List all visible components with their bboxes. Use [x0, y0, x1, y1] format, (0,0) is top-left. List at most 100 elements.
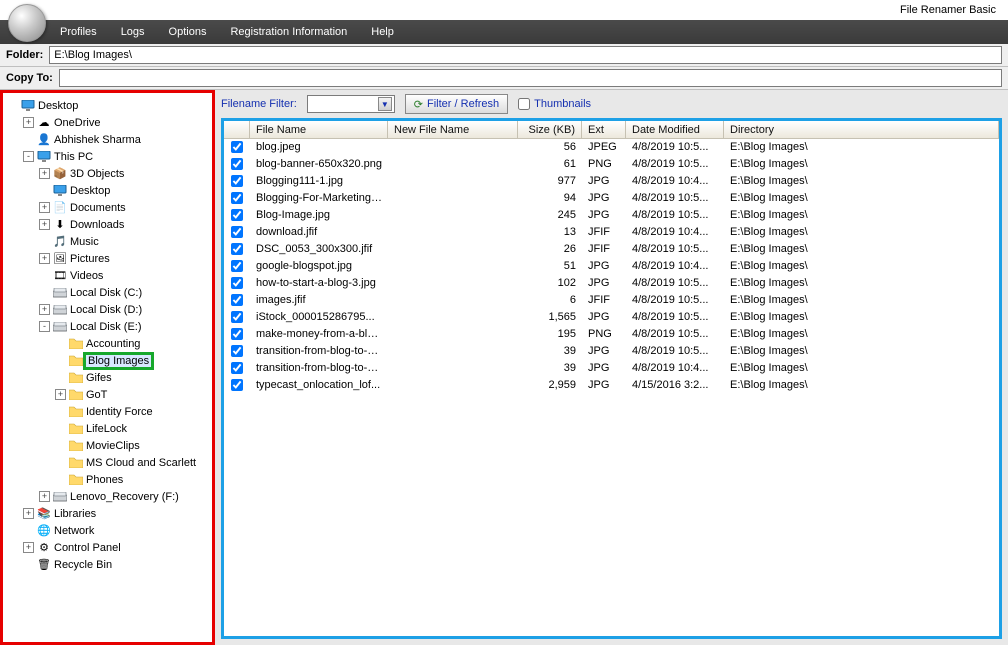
tree-item[interactable]: +GoT — [5, 386, 210, 403]
expand-icon[interactable]: + — [39, 491, 50, 502]
tree-item[interactable]: 🌐Network — [5, 522, 210, 539]
cell-date: 4/8/2019 10:5... — [626, 294, 724, 306]
tree-item[interactable]: +⬇Downloads — [5, 216, 210, 233]
tree-item[interactable]: Desktop — [5, 97, 210, 114]
row-checkbox[interactable] — [231, 379, 243, 391]
table-row[interactable]: blog.jpeg56JPEG4/8/2019 10:5...E:\Blog I… — [224, 139, 999, 156]
expand-icon[interactable]: + — [39, 304, 50, 315]
col-size[interactable]: Size (KB) — [518, 121, 582, 138]
menu-registration[interactable]: Registration Information — [230, 26, 347, 38]
table-row[interactable]: transition-from-blog-to-w...39JPG4/8/201… — [224, 343, 999, 360]
copyto-input[interactable] — [59, 69, 1002, 87]
tree-item[interactable]: 🗑Recycle Bin — [5, 556, 210, 573]
menu-logs[interactable]: Logs — [121, 26, 145, 38]
tree-item[interactable]: +☁OneDrive — [5, 114, 210, 131]
cell-date: 4/8/2019 10:5... — [626, 345, 724, 357]
col-dir[interactable]: Directory — [724, 121, 999, 138]
table-row[interactable]: typecast_onlocation_lof...2,959JPG4/15/2… — [224, 377, 999, 394]
table-row[interactable]: images.jfif6JFIF4/8/2019 10:5...E:\Blog … — [224, 292, 999, 309]
cell-size: 102 — [518, 277, 582, 289]
table-row[interactable]: download.jfif13JFIF4/8/2019 10:4...E:\Bl… — [224, 224, 999, 241]
tree-item[interactable]: +Lenovo_Recovery (F:) — [5, 488, 210, 505]
row-checkbox[interactable] — [231, 328, 243, 340]
folder-input[interactable] — [49, 46, 1002, 64]
col-check[interactable] — [224, 121, 250, 138]
row-checkbox[interactable] — [231, 345, 243, 357]
tree-item[interactable]: +📦3D Objects — [5, 165, 210, 182]
table-row[interactable]: iStock_000015286795...1,565JPG4/8/2019 1… — [224, 309, 999, 326]
row-checkbox[interactable] — [231, 243, 243, 255]
filter-combo[interactable]: ▼ — [307, 95, 395, 113]
col-filename[interactable]: File Name — [250, 121, 388, 138]
expand-icon[interactable]: + — [23, 508, 34, 519]
tree-item[interactable]: Phones — [5, 471, 210, 488]
menu-options[interactable]: Options — [169, 26, 207, 38]
tree-item[interactable]: Accounting — [5, 335, 210, 352]
tree-item[interactable]: 👤Abhishek Sharma — [5, 131, 210, 148]
tree-item[interactable]: Blog Images — [5, 352, 210, 369]
table-row[interactable]: Blog-Image.jpg245JPG4/8/2019 10:5...E:\B… — [224, 207, 999, 224]
row-checkbox[interactable] — [231, 226, 243, 238]
row-checkbox[interactable] — [231, 158, 243, 170]
col-ext[interactable]: Ext — [582, 121, 626, 138]
tree-item[interactable]: -Local Disk (E:) — [5, 318, 210, 335]
expand-icon[interactable]: + — [39, 253, 50, 264]
menu-profiles[interactable]: Profiles — [60, 26, 97, 38]
expand-icon[interactable]: + — [23, 117, 34, 128]
row-checkbox[interactable] — [231, 141, 243, 153]
folder-tree[interactable]: Desktop +☁OneDrive👤Abhishek Sharma-This P… — [0, 90, 215, 645]
tree-item[interactable]: +📚Libraries — [5, 505, 210, 522]
tree-item[interactable]: LifeLock — [5, 420, 210, 437]
cell-ext: JPG — [582, 311, 626, 323]
tree-item[interactable]: +🖼Pictures — [5, 250, 210, 267]
cell-dir: E:\Blog Images\ — [724, 328, 999, 340]
table-row[interactable]: how-to-start-a-blog-3.jpg102JPG4/8/2019 … — [224, 275, 999, 292]
row-checkbox[interactable] — [231, 260, 243, 272]
thumbnails-toggle[interactable]: Thumbnails — [518, 98, 591, 110]
tree-item[interactable]: +📄Documents — [5, 199, 210, 216]
tree-item[interactable]: MovieClips — [5, 437, 210, 454]
cell-filename: iStock_000015286795... — [250, 311, 388, 323]
tree-item-label: Control Panel — [54, 542, 121, 554]
row-checkbox[interactable] — [231, 362, 243, 374]
row-checkbox[interactable] — [231, 192, 243, 204]
table-row[interactable]: DSC_0053_300x300.jfif26JFIF4/8/2019 10:5… — [224, 241, 999, 258]
table-row[interactable]: google-blogspot.jpg51JPG4/8/2019 10:4...… — [224, 258, 999, 275]
tree-item[interactable]: Desktop — [5, 182, 210, 199]
tree-item[interactable]: Local Disk (C:) — [5, 284, 210, 301]
row-checkbox[interactable] — [231, 209, 243, 221]
expand-icon[interactable]: + — [23, 542, 34, 553]
expand-icon[interactable]: - — [39, 321, 50, 332]
tree-item[interactable]: Gifes — [5, 369, 210, 386]
row-checkbox[interactable] — [231, 294, 243, 306]
expand-icon — [7, 100, 18, 111]
col-newname[interactable]: New File Name — [388, 121, 518, 138]
thumbnails-checkbox[interactable] — [518, 98, 530, 110]
tree-item[interactable]: Identity Force — [5, 403, 210, 420]
table-row[interactable]: transition-from-blog-to-w...39JPG4/8/201… — [224, 360, 999, 377]
pc-icon — [36, 150, 52, 164]
tree-item-label: Desktop — [38, 100, 78, 112]
table-row[interactable]: blog-banner-650x320.png61PNG4/8/2019 10:… — [224, 156, 999, 173]
folder-row: Folder: — [0, 44, 1008, 66]
expand-icon[interactable]: + — [39, 219, 50, 230]
row-checkbox[interactable] — [231, 175, 243, 187]
table-row[interactable]: Blogging-For-Marketing-...94JPG4/8/2019 … — [224, 190, 999, 207]
filter-refresh-button[interactable]: ⟳ Filter / Refresh — [405, 94, 508, 114]
tree-item[interactable]: -This PC — [5, 148, 210, 165]
expand-icon[interactable]: + — [39, 168, 50, 179]
tree-item[interactable]: +⚙Control Panel — [5, 539, 210, 556]
tree-item[interactable]: 🎵Music — [5, 233, 210, 250]
expand-icon[interactable]: - — [23, 151, 34, 162]
table-row[interactable]: Blogging111-1.jpg977JPG4/8/2019 10:4...E… — [224, 173, 999, 190]
table-row[interactable]: make-money-from-a-blo...195PNG4/8/2019 1… — [224, 326, 999, 343]
menu-help[interactable]: Help — [371, 26, 394, 38]
tree-item[interactable]: MS Cloud and Scarlett — [5, 454, 210, 471]
expand-icon[interactable]: + — [39, 202, 50, 213]
row-checkbox[interactable] — [231, 311, 243, 323]
row-checkbox[interactable] — [231, 277, 243, 289]
tree-item[interactable]: 🎞Videos — [5, 267, 210, 284]
expand-icon[interactable]: + — [55, 389, 66, 400]
col-date[interactable]: Date Modified — [626, 121, 724, 138]
tree-item[interactable]: +Local Disk (D:) — [5, 301, 210, 318]
